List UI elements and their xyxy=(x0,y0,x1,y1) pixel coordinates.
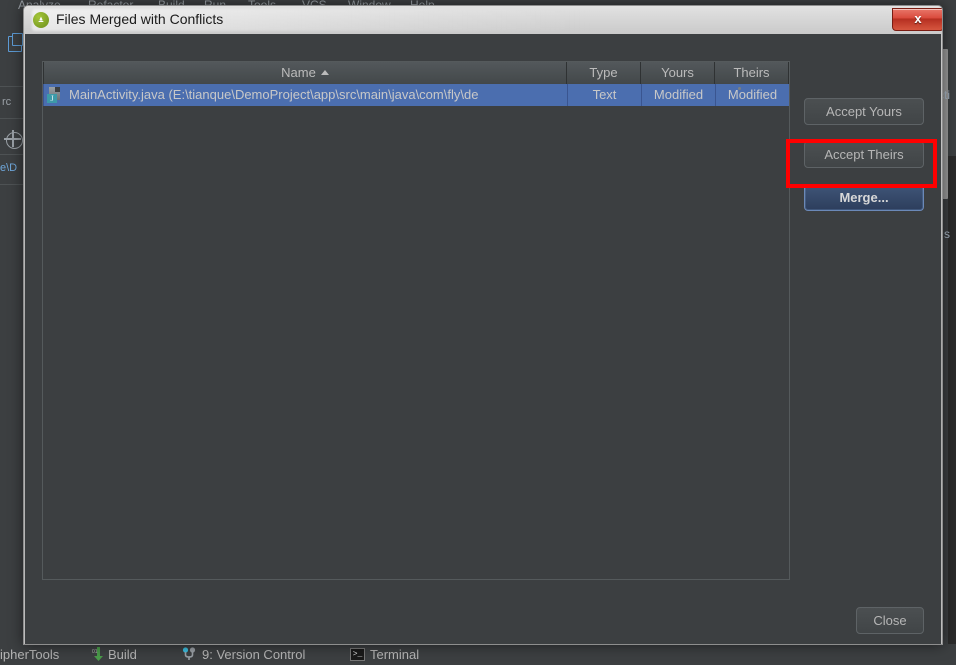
cell-yours[interactable]: Modified xyxy=(641,84,715,106)
merge-button[interactable]: Merge... xyxy=(804,184,924,211)
android-studio-icon xyxy=(33,12,49,28)
dialog-title: Files Merged with Conflicts xyxy=(56,11,224,27)
column-header-name-label: Name xyxy=(281,65,316,80)
java-file-icon: J xyxy=(47,87,63,103)
accept-theirs-button[interactable]: Accept Theirs xyxy=(804,141,924,168)
svg-text:01: 01 xyxy=(92,649,98,655)
table-header-row: Name Type Yours Theirs xyxy=(43,62,789,85)
column-header-name[interactable]: Name xyxy=(43,62,567,84)
ide-status-bar: ipherTools 01 Build 9: Version Control >… xyxy=(0,644,956,665)
cell-file-name-label: MainActivity.java (E:\tianque\DemoProjec… xyxy=(69,87,479,102)
column-header-yours[interactable]: Yours xyxy=(641,62,715,84)
java-badge-label: J xyxy=(47,94,57,103)
files-merged-with-conflicts-dialog: Files Merged with Conflicts x Name Type … xyxy=(23,5,943,645)
window-close-icon[interactable]: x xyxy=(892,8,942,31)
terminal-icon: >_ xyxy=(350,648,365,661)
ide-right-fragment-s: s xyxy=(944,227,950,241)
table-row[interactable]: J MainActivity.java (E:\tianque\DemoProj… xyxy=(43,84,789,106)
status-item-build[interactable]: Build xyxy=(108,647,137,662)
row-marker-dot xyxy=(738,87,741,90)
close-glyph: x xyxy=(914,11,922,26)
dialog-title-bar[interactable]: Files Merged with Conflicts x xyxy=(24,6,942,34)
accept-yours-button[interactable]: Accept Yours xyxy=(804,98,924,125)
cell-theirs[interactable]: Modified xyxy=(715,84,789,106)
status-item-version-control[interactable]: 9: Version Control xyxy=(202,647,305,662)
close-button[interactable]: Close xyxy=(856,607,924,634)
conflicted-files-panel: Name Type Yours Theirs J MainActivity.ja… xyxy=(42,61,790,580)
copy-icon[interactable] xyxy=(8,33,23,52)
cell-file-name[interactable]: J MainActivity.java (E:\tianque\DemoProj… xyxy=(43,84,567,106)
target-icon[interactable] xyxy=(4,130,23,149)
ide-left-tab-path[interactable]: e\D xyxy=(0,162,17,174)
status-item-terminal[interactable]: Terminal xyxy=(370,647,419,662)
build-icon: 01 xyxy=(92,647,103,661)
version-control-icon xyxy=(182,647,196,660)
status-item-ciphertools[interactable]: ipherTools xyxy=(0,647,59,662)
dialog-body: Name Type Yours Theirs J MainActivity.ja… xyxy=(25,34,941,644)
column-header-theirs[interactable]: Theirs xyxy=(715,62,789,84)
sort-ascending-icon xyxy=(320,70,329,75)
ide-left-tab-src[interactable]: rc xyxy=(2,96,11,108)
cell-type[interactable]: Text xyxy=(567,84,641,106)
column-header-type[interactable]: Type xyxy=(567,62,641,84)
